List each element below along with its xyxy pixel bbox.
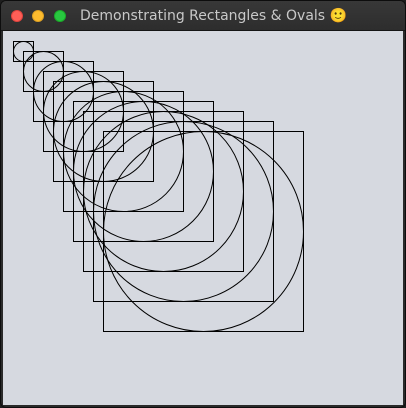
title-bar[interactable]: Demonstrating Rectangles & Ovals 🙂	[1, 1, 405, 31]
minimize-button[interactable]	[32, 10, 44, 22]
window-title-text: Demonstrating Rectangles & Ovals	[80, 8, 326, 24]
close-button[interactable]	[11, 10, 23, 22]
oval-8	[83, 111, 244, 272]
zoom-button[interactable]	[54, 10, 66, 22]
rectangle-8	[83, 111, 244, 272]
window-title: Demonstrating Rectangles & Ovals 🙂	[80, 7, 347, 25]
shapes-drawing	[13, 41, 304, 332]
rectangle-7	[73, 101, 214, 242]
app-window: Demonstrating Rectangles & Ovals 🙂	[0, 0, 406, 408]
drawing-canvas	[3, 31, 403, 405]
smiley-emoji-icon: 🙂	[329, 8, 347, 24]
oval-7	[73, 101, 214, 242]
